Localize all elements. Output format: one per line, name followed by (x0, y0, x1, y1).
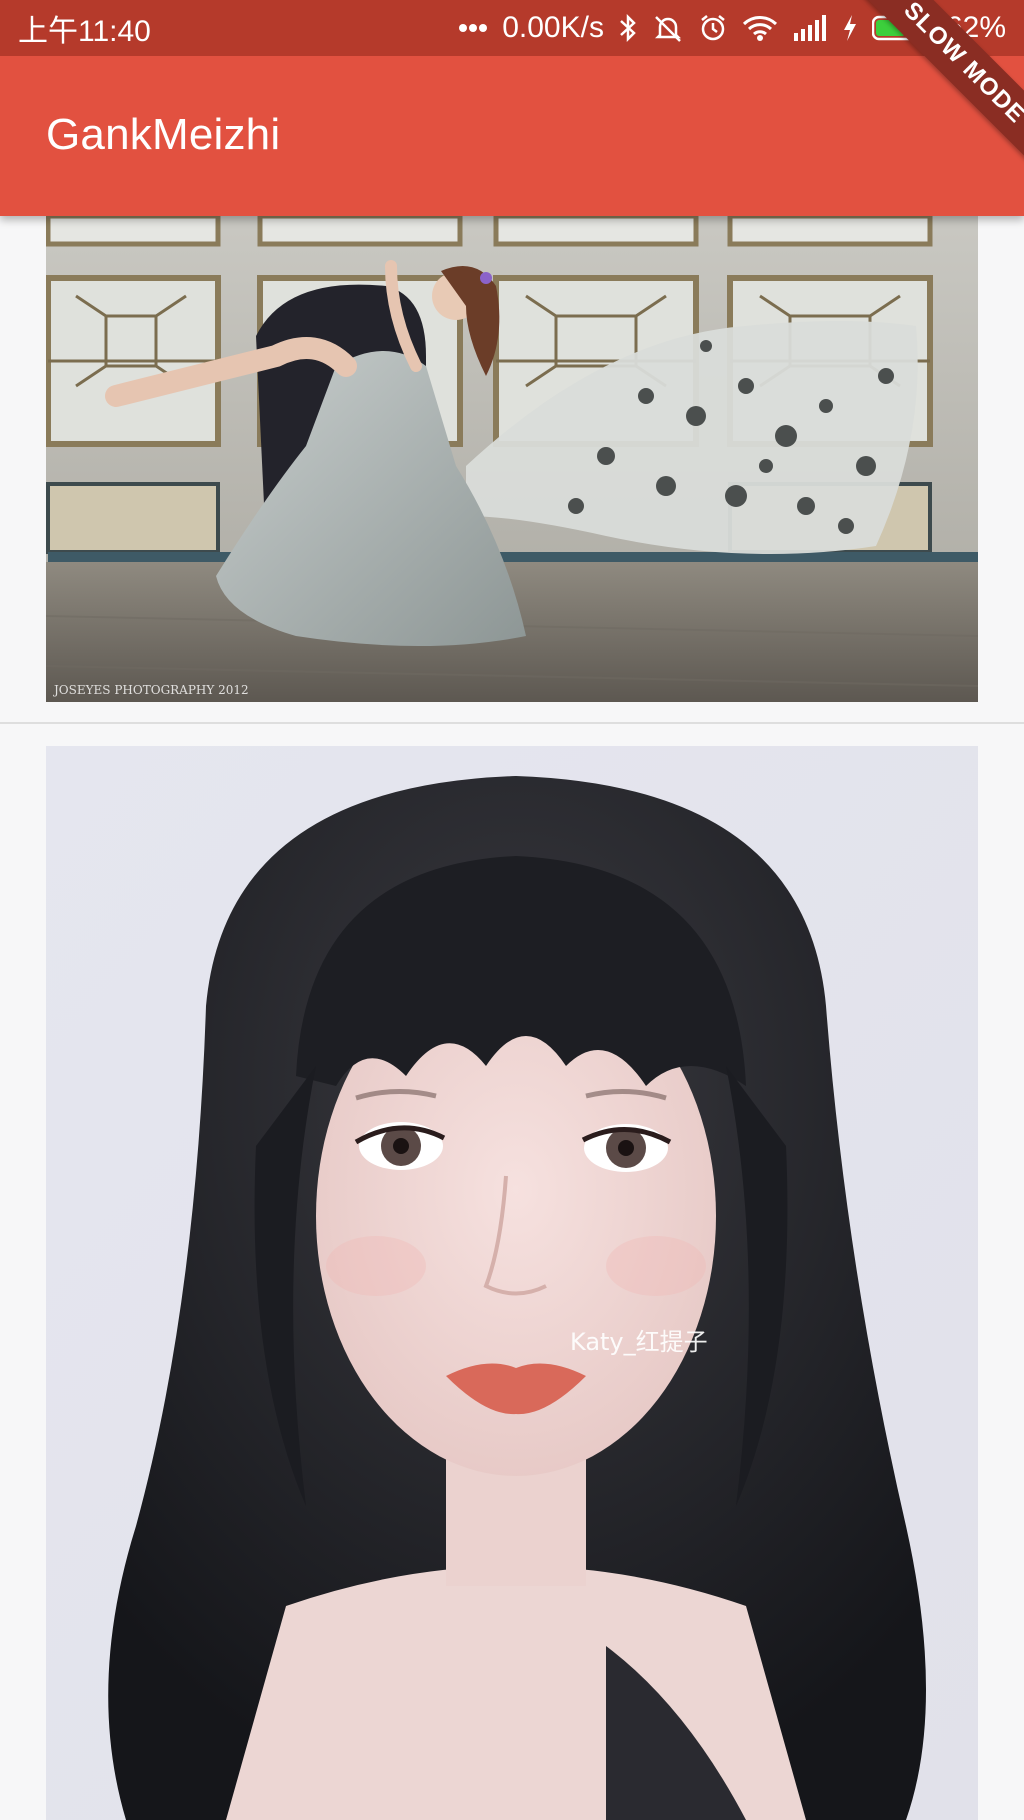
signal-icon (792, 15, 828, 41)
photo-watermark: Katy_红提子 (570, 1328, 708, 1356)
app-bar: GankMeizhi (0, 56, 1024, 216)
battery-icon (871, 14, 932, 42)
status-time: 上午11:40 (18, 15, 151, 48)
wifi-icon (742, 14, 778, 42)
battery-percent: 62% (945, 11, 1006, 44)
photo-feed[interactable]: JOSEYES PHOTOGRAPHY 2012 Katy_红提子 (0, 216, 1024, 1820)
status-bar: 上午11:40 0.00K/s 62% (0, 0, 1024, 56)
bride-photo[interactable]: JOSEYES PHOTOGRAPHY 2012 (46, 216, 978, 702)
list-item[interactable]: JOSEYES PHOTOGRAPHY 2012 (0, 216, 1024, 724)
photo-watermark: JOSEYES PHOTOGRAPHY 2012 (52, 683, 249, 697)
portrait-photo[interactable]: Katy_红提子 (46, 746, 978, 1820)
more-dots-icon (458, 23, 488, 33)
charging-icon (842, 14, 858, 42)
alarm-icon (698, 13, 728, 43)
bluetooth-icon (618, 13, 638, 43)
page-title: GankMeizhi (46, 110, 281, 159)
network-speed: 0.00K/s (502, 11, 604, 44)
mute-icon (652, 13, 684, 43)
list-item[interactable]: Katy_红提子 (0, 724, 1024, 1820)
